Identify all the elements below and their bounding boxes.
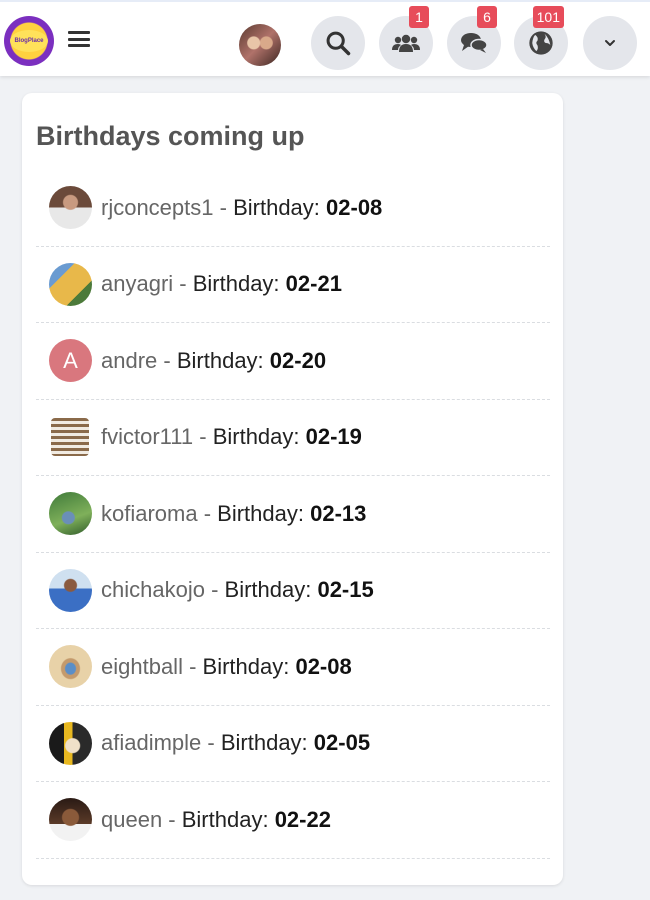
account-menu-button[interactable] — [583, 16, 637, 70]
separator: - — [197, 500, 218, 526]
username-link[interactable]: fvictor111 — [101, 424, 193, 450]
birthday-row: anyagri - Birthday: 02-21 — [36, 247, 550, 323]
separator: - — [213, 194, 234, 220]
birthday-row: afiadimple - Birthday: 02-05 — [36, 706, 550, 782]
separator: - — [193, 424, 213, 450]
separator: - — [173, 271, 193, 297]
avatar[interactable] — [49, 568, 92, 612]
avatar[interactable] — [49, 262, 92, 306]
messages-badge: 6 — [477, 6, 497, 28]
birthday-row: eightball - Birthday: 02-08 — [36, 629, 550, 706]
birthday-row: rjconcepts1 - Birthday: 02-08 — [36, 170, 550, 247]
user-avatar[interactable] — [239, 24, 281, 66]
search-icon — [326, 31, 351, 56]
birthday-row: A andre - Birthday: 02-20 — [36, 323, 550, 400]
avatar[interactable] — [49, 645, 92, 689]
birthday-label: Birthday: — [176, 347, 270, 373]
friend-requests-button[interactable]: 1 — [379, 6, 433, 70]
separator: - — [162, 806, 182, 832]
birthday-date: 02-08 — [326, 194, 383, 220]
friend-requests-badge: 1 — [409, 6, 429, 28]
separator: - — [201, 730, 221, 756]
messages-button[interactable]: 6 — [447, 6, 501, 70]
birthday-date: 02-13 — [310, 500, 367, 526]
birthday-row: queen - Birthday: 02-22 — [36, 782, 550, 859]
birthday-row: kofiaroma - Birthday: 02-13 — [36, 476, 550, 553]
chat-icon — [461, 33, 488, 53]
username-link[interactable]: afiadimple — [101, 730, 201, 756]
birthdays-widget: Birthdays coming up rjconcepts1 - Birthd… — [22, 93, 563, 885]
chevron-down-icon — [605, 40, 615, 46]
avatar-initial: A — [63, 347, 78, 373]
username-link[interactable]: anyagri — [101, 271, 173, 297]
users-icon — [392, 34, 420, 52]
top-navbar: BlogPlace 1 6 101 — [0, 0, 650, 76]
initial-avatar[interactable]: A — [49, 339, 92, 383]
birthday-label: Birthday: — [233, 194, 327, 220]
username-link[interactable]: chichakojo — [101, 577, 205, 603]
separator: - — [204, 577, 225, 603]
avatar[interactable] — [51, 418, 89, 457]
birthday-label: Birthday: — [212, 424, 306, 450]
username-link[interactable]: andre — [101, 348, 157, 374]
widget-title: Birthdays coming up — [36, 121, 305, 151]
avatar[interactable] — [49, 492, 92, 536]
avatar[interactable] — [49, 721, 92, 765]
birthday-list: rjconcepts1 - Birthday: 02-08 anyagri - … — [36, 170, 550, 859]
birthday-label: Birthday: — [220, 730, 314, 756]
birthday-date: 02-22 — [274, 806, 331, 832]
avatar[interactable] — [49, 186, 92, 230]
notifications-button[interactable]: 101 — [514, 6, 568, 70]
globe-icon — [529, 31, 553, 55]
birthday-date: 02-08 — [295, 653, 352, 679]
birthday-date: 02-15 — [317, 577, 374, 603]
site-logo[interactable]: BlogPlace — [4, 16, 54, 66]
birthday-label: Birthday: — [202, 653, 296, 679]
birthday-date: 02-19 — [305, 424, 362, 450]
search-button[interactable] — [311, 16, 365, 70]
username-link[interactable]: rjconcepts1 — [101, 195, 214, 221]
birthday-date: 02-20 — [269, 347, 327, 373]
birthday-date: 02-21 — [285, 271, 342, 297]
username-link[interactable]: queen — [101, 807, 162, 833]
username-link[interactable]: kofiaroma — [101, 501, 198, 527]
birthday-label: Birthday: — [217, 500, 311, 526]
birthday-row: chichakojo - Birthday: 02-15 — [36, 553, 550, 629]
birthday-label: Birthday: — [181, 806, 275, 832]
hamburger-menu-icon[interactable] — [68, 29, 90, 49]
birthday-row: fvictor111 - Birthday: 02-19 — [36, 400, 550, 476]
username-link[interactable]: eightball — [101, 654, 183, 680]
birthday-label: Birthday: — [224, 577, 318, 603]
logo-text: BlogPlace — [10, 30, 48, 52]
notifications-badge: 101 — [532, 6, 564, 28]
avatar[interactable] — [49, 798, 92, 842]
birthday-label: Birthday: — [192, 271, 286, 297]
separator: - — [182, 653, 203, 679]
birthday-date: 02-05 — [313, 730, 371, 756]
separator: - — [157, 347, 177, 373]
